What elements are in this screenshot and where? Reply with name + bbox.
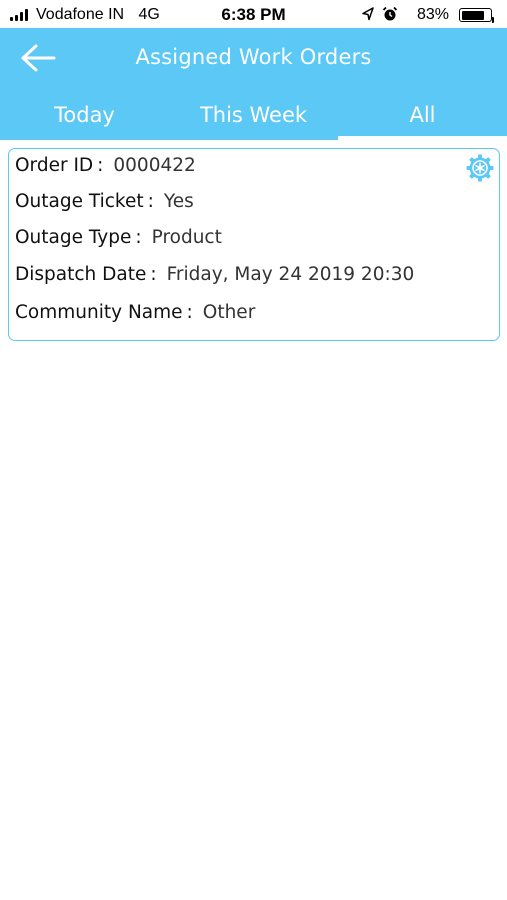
- location-icon: [362, 7, 374, 21]
- field-label: Order ID: [15, 155, 94, 176]
- community-name-row: Community Name: Other: [15, 302, 255, 323]
- community-name-value: Other: [202, 302, 256, 323]
- field-label: Community Name: [15, 302, 183, 323]
- battery-percent: 83%: [416, 6, 449, 23]
- field-separator: :: [97, 155, 104, 176]
- battery-fill: [461, 10, 484, 20]
- outage-type-row: Outage Type: Product: [15, 227, 222, 248]
- order-id-row: Order ID:0000422: [15, 155, 196, 176]
- field-label: Dispatch Date: [15, 264, 147, 285]
- dispatch-date-row: Dispatch Date: Friday, May 24 2019 20:30: [15, 264, 414, 285]
- field-label: Outage Type: [15, 227, 132, 248]
- tab-bar: Today This Week All: [0, 94, 507, 140]
- order-id-value: 0000422: [113, 155, 196, 176]
- field-separator: :: [135, 227, 142, 248]
- outage-ticket-row: Outage Ticket: Yes: [15, 191, 194, 212]
- field-separator: :: [150, 264, 157, 285]
- field-label: Outage Ticket: [15, 191, 144, 212]
- tab-this-week[interactable]: This Week: [169, 94, 338, 140]
- tab-today[interactable]: Today: [0, 94, 169, 140]
- field-separator: :: [186, 302, 193, 323]
- outage-type-value: Product: [151, 227, 222, 248]
- dispatch-date-value: Friday, May 24 2019 20:30: [166, 264, 415, 285]
- work-order-card[interactable]: Order ID:0000422 Outage Ticket: Yes Outag…: [8, 148, 500, 341]
- tab-all[interactable]: All: [338, 94, 507, 140]
- page-title: Assigned Work Orders: [135, 45, 372, 69]
- gear-icon: [466, 154, 494, 182]
- alarm-icon: [382, 6, 398, 21]
- app-header: Assigned Work Orders Today This Week All: [0, 28, 507, 140]
- battery-icon: [459, 8, 494, 23]
- settings-button[interactable]: [465, 153, 495, 183]
- status-bar: Vodafone IN 4G 6:38 PM 83%: [0, 0, 507, 30]
- tab-selected-indicator: [338, 136, 507, 140]
- outage-ticket-value: Yes: [163, 191, 194, 212]
- field-separator: :: [147, 191, 154, 212]
